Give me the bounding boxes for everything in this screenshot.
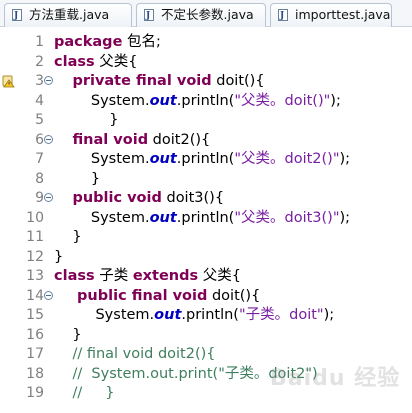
- code-text: .println(: [181, 307, 239, 323]
- keyword-token: private final void: [72, 73, 212, 89]
- fold-collapse-icon[interactable]: [44, 290, 53, 300]
- tab-importtest[interactable]: importtest.java: [270, 3, 392, 27]
- string-literal: "父类。doit2()": [234, 151, 340, 167]
- string-literal: "父类。doit()": [234, 92, 331, 109]
- code-text: }: [54, 326, 82, 343]
- code-text: );: [323, 307, 335, 323]
- field-token: out: [149, 209, 177, 226]
- code-text: .println(: [176, 209, 235, 226]
- keyword-token: public void: [72, 190, 162, 206]
- keyword-token: final void: [72, 131, 149, 148]
- keyword-token: extends: [132, 268, 199, 284]
- code-text: 包名;: [122, 34, 161, 50]
- code-text: );: [339, 209, 351, 226]
- field-token: out: [149, 151, 177, 167]
- code-text: );: [330, 92, 341, 109]
- keyword-token: class: [54, 268, 95, 284]
- code-text: }: [54, 112, 119, 128]
- fold-collapse-icon[interactable]: [44, 76, 53, 85]
- line-number: 19: [26, 385, 44, 401]
- tab-method-overload[interactable]: 方法重载.java: [4, 3, 132, 27]
- field-token: out: [149, 92, 177, 109]
- code-text: );: [339, 151, 351, 167]
- fold-collapse-icon[interactable]: [44, 193, 53, 202]
- code-text: doit(){: [211, 73, 265, 89]
- code-text: doit(){: [207, 287, 261, 304]
- tab-label: 不定长参数.java: [161, 7, 254, 22]
- keyword-token: package: [54, 34, 123, 50]
- code-text: 父类{: [198, 268, 241, 284]
- code-text: System.: [54, 151, 150, 167]
- java-file-icon: [12, 5, 22, 27]
- keyword-token: class: [54, 53, 95, 70]
- editor-tab-bar: 方法重载.java 不定长参数.java importtest.java: [0, 0, 412, 27]
- code-text: doit2(){: [148, 131, 211, 148]
- string-literal: "子类。doit": [238, 307, 324, 323]
- tab-label: importtest.java: [295, 7, 391, 22]
- tab-varargs[interactable]: 不定长参数.java: [136, 3, 266, 27]
- warning-marker-icon[interactable]: [2, 74, 16, 88]
- java-file-icon: [278, 5, 288, 27]
- code-editor[interactable]: 1 package 包名; 2 class 父类{3 private final vo…: [0, 27, 412, 413]
- code-text: System.: [54, 92, 150, 109]
- code-text: }: [54, 248, 64, 265]
- string-literal: "父类。doit3()": [234, 209, 340, 226]
- code-text: .println(: [176, 92, 235, 109]
- code-text: 父类{: [94, 53, 138, 70]
- code-content: // }: [54, 382, 114, 405]
- fold-collapse-icon[interactable]: [44, 134, 53, 144]
- keyword-token: public final void: [77, 287, 208, 304]
- code-text: 子类: [94, 268, 133, 284]
- code-text: System.: [54, 307, 155, 323]
- comment-token: // final void doit2(){: [72, 346, 216, 362]
- code-text: System.: [54, 209, 150, 226]
- code-text: }: [54, 229, 82, 245]
- java-file-icon: [144, 5, 154, 27]
- tab-label: 方法重载.java: [29, 7, 110, 22]
- field-token: out: [154, 307, 182, 323]
- code-text: doit3(){: [161, 190, 225, 206]
- code-text: }: [54, 170, 101, 187]
- baidu-watermark: Baidu 经验: [270, 366, 401, 391]
- code-text: .println(: [176, 151, 235, 167]
- comment-token: // }: [72, 385, 115, 401]
